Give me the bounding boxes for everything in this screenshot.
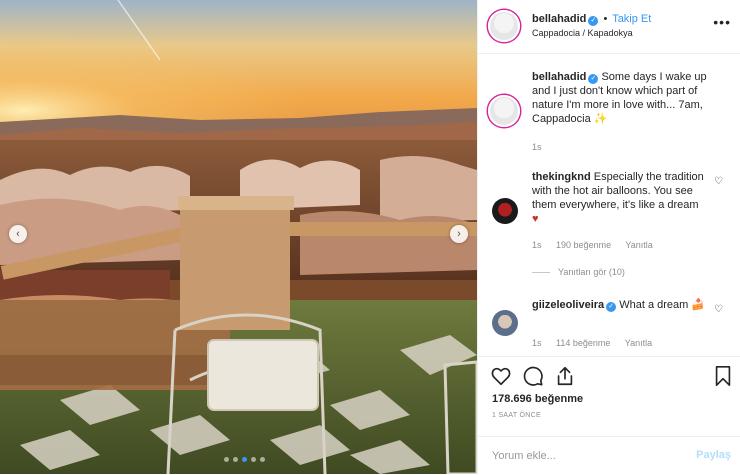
comment-text: What a dream: [619, 299, 692, 311]
comment-likes[interactable]: 114 beğenme: [556, 338, 610, 348]
heart-emoji: ♥: [532, 213, 539, 225]
next-slide-button[interactable]: ›: [450, 225, 468, 243]
post-comment-button[interactable]: Paylaş: [696, 449, 731, 461]
comment-time: 1s: [532, 338, 542, 348]
comment-username[interactable]: giizeleoliveira: [532, 299, 604, 311]
carousel-dot: [260, 457, 265, 462]
reply-button[interactable]: Yanıtla: [625, 240, 652, 250]
carousel-dot: [233, 457, 238, 462]
comment-item: giizeleoliveira ✓ What a dream 🍰 ♡ 1s 114…: [488, 298, 731, 352]
chevron-left-icon: ‹: [16, 227, 20, 240]
comment-likes[interactable]: 190 beğenme: [556, 240, 611, 250]
comment-text-block: thekingknd Especially the tradition with…: [532, 170, 707, 226]
comment-meta: 1s 114 beğenme Yanıtla: [532, 338, 664, 348]
like-comment-heart-icon[interactable]: ♡: [714, 304, 723, 315]
like-comment-heart-icon[interactable]: ♡: [714, 176, 723, 187]
caption-username[interactable]: bellahadid: [532, 71, 586, 83]
comment-icon[interactable]: [522, 365, 544, 387]
caption-author-avatar[interactable]: [488, 95, 520, 127]
comment-username[interactable]: thekingknd: [532, 171, 591, 183]
comment-text-block: giizeleoliveira ✓ What a dream 🍰: [532, 298, 707, 312]
previous-slide-button[interactable]: ‹: [9, 225, 27, 243]
comment-time: 1s: [532, 240, 542, 250]
commenter-avatar[interactable]: [492, 310, 518, 336]
follow-button[interactable]: Takip Et: [612, 13, 651, 25]
carousel-dot: [251, 457, 256, 462]
caption-meta: 1s: [532, 142, 554, 152]
view-replies-button[interactable]: Yanıtları gör (10): [558, 267, 625, 277]
author-avatar[interactable]: [488, 10, 520, 42]
share-icon[interactable]: [554, 365, 576, 387]
more-options-icon[interactable]: •••: [713, 14, 731, 30]
carousel-indicator: [224, 457, 265, 462]
comment-item: thekingknd Especially the tradition with…: [488, 170, 731, 280]
post-timestamp: 1 SAAT ÖNCE: [492, 412, 541, 419]
post-location[interactable]: Cappadocia / Kapadokya: [532, 28, 633, 38]
like-count[interactable]: 178.696 beğenme: [492, 393, 583, 405]
separator-dot: •: [603, 13, 608, 25]
chevron-right-icon: ›: [457, 227, 461, 240]
commenter-avatar[interactable]: [492, 198, 518, 224]
reply-button[interactable]: Yanıtla: [625, 338, 652, 348]
caption-time: 1s: [532, 142, 542, 152]
bookmark-icon[interactable]: [712, 365, 734, 387]
post-actions: 178.696 beğenme 1 SAAT ÖNCE Paylaş: [478, 356, 740, 474]
carousel-dot: [224, 457, 229, 462]
author-username[interactable]: bellahadid: [532, 13, 586, 25]
heart-icon[interactable]: [490, 365, 512, 387]
instagram-post: ‹ › bellahadid ✓ • Takip Et Cappadocia / …: [0, 0, 740, 474]
post-photo[interactable]: ‹ ›: [0, 0, 477, 474]
comment-meta: 1s 190 beğenme Yanıtla: [532, 240, 665, 250]
carousel-dot: [242, 457, 247, 462]
cappadocia-sunrise-image: [0, 0, 477, 474]
post-caption: bellahadid ✓ Some days I wake up and I ju…: [488, 70, 731, 154]
add-comment-bar: Paylaş: [478, 436, 740, 475]
sparkles-emoji: ✨: [593, 113, 608, 125]
verified-badge-icon: ✓: [588, 74, 599, 84]
comment-input[interactable]: [492, 447, 672, 465]
cake-emoji: 🍰: [691, 299, 706, 311]
header-author-line: bellahadid ✓ • Takip Et: [532, 13, 651, 26]
caption-text-block: bellahadid ✓ Some days I wake up and I ju…: [532, 70, 707, 126]
post-header: bellahadid ✓ • Takip Et Cappadocia / Kapa…: [478, 0, 740, 54]
post-side-panel: bellahadid ✓ • Takip Et Cappadocia / Kapa…: [477, 0, 740, 474]
verified-badge-icon: ✓: [588, 16, 599, 26]
verified-badge-icon: ✓: [606, 302, 617, 312]
